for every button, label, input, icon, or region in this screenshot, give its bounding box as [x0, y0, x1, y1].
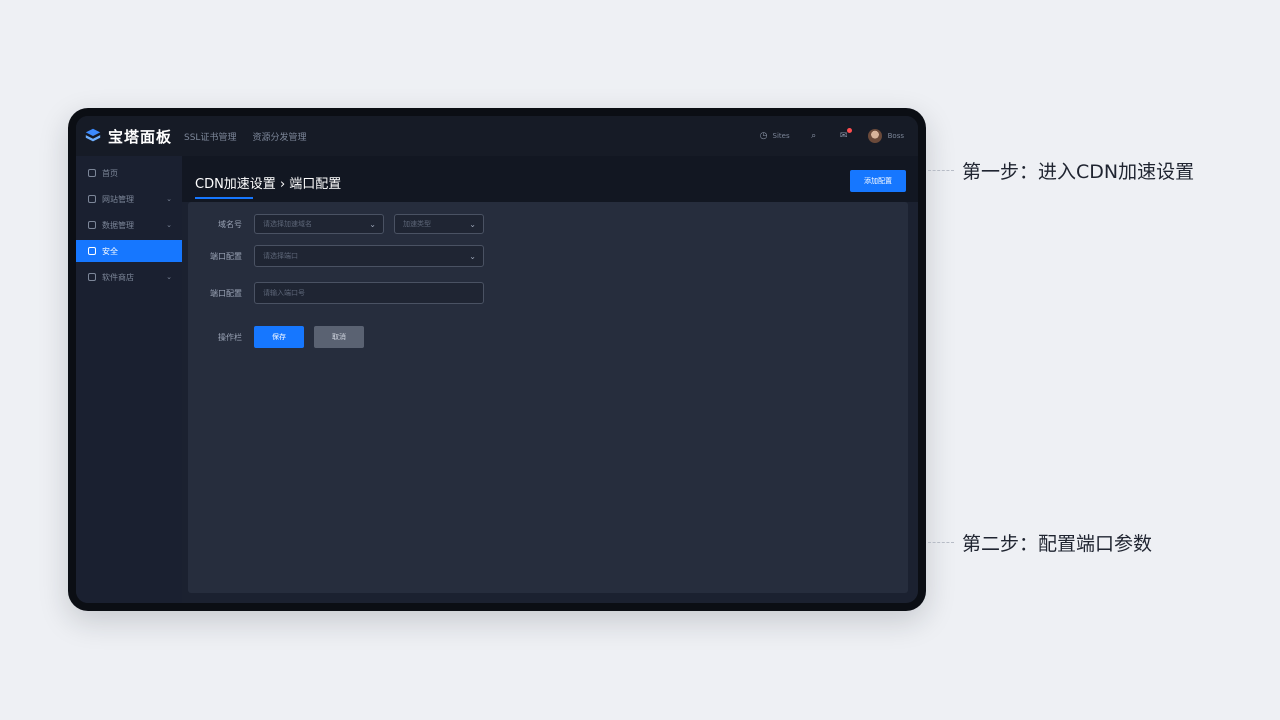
- status-label: Sites: [772, 132, 790, 140]
- logo-icon: [85, 128, 101, 142]
- content-panel: 域名号 请选择加速域名 ⌄ 加速类型 ⌄ 端口配置 请选择端口 ⌄ 端口配置 请…: [188, 202, 908, 593]
- add-config-button[interactable]: 添加配置: [850, 170, 906, 192]
- port-input-placeholder: 请输入端口号: [263, 289, 305, 297]
- chevron-down-icon: ⌄: [469, 251, 476, 261]
- type-select[interactable]: 加速类型 ⌄: [394, 214, 484, 234]
- chevron-down-icon: ⌄: [369, 219, 376, 229]
- top-nav-ssl[interactable]: SSL证书管理: [184, 130, 236, 143]
- brand-logo[interactable]: 宝塔面板: [76, 126, 184, 147]
- user-menu[interactable]: Boss: [867, 129, 904, 143]
- sidebar-item-label: 安全: [102, 246, 118, 256]
- page-title: CDN加速设置 › 端口配置: [195, 177, 342, 192]
- cancel-button[interactable]: 取消: [314, 326, 364, 348]
- site-icon: [88, 195, 96, 203]
- port-label: 端口配置: [210, 251, 242, 261]
- annotation-step2: 第二步：配置端口参数: [928, 529, 1152, 556]
- stage: 宝塔面板 SSL证书管理 资源分发管理 ◷ Sites ⌕ ✉ Boss 首页 …: [0, 0, 1280, 720]
- sidebar-item-data[interactable]: 数据管理 ⌄: [76, 214, 182, 236]
- annotation-connector: [928, 170, 954, 171]
- sidebar-item-label: 软件商店: [102, 272, 134, 282]
- sidebar: 首页 网站管理 ⌄ 数据管理 ⌄ 安全 软件商店 ⌄: [76, 156, 182, 603]
- sidebar-item-security[interactable]: 安全: [76, 240, 182, 262]
- form-row-port-input: 端口配置 请输入端口号: [188, 282, 484, 304]
- sidebar-item-sites[interactable]: 网站管理 ⌄: [76, 188, 182, 210]
- chevron-down-icon: ⌄: [166, 195, 172, 203]
- form-row-domain: 域名号 请选择加速域名 ⌄ 加速类型 ⌄: [188, 214, 484, 234]
- annotation-step1: 第一步：进入CDN加速设置: [928, 157, 1194, 184]
- data-icon: [88, 221, 96, 229]
- home-icon: [88, 169, 96, 177]
- panel-screen: 宝塔面板 SSL证书管理 资源分发管理 ◷ Sites ⌕ ✉ Boss 首页 …: [76, 116, 918, 603]
- sidebar-item-home[interactable]: 首页: [76, 162, 182, 184]
- brand-name: 宝塔面板: [108, 127, 173, 146]
- port-input[interactable]: 请输入端口号: [254, 282, 484, 304]
- sidebar-item-label: 首页: [102, 168, 118, 178]
- chevron-down-icon: ⌄: [469, 219, 476, 229]
- notification-icon[interactable]: ✉: [838, 128, 852, 142]
- main-header: CDN加速设置 › 端口配置 添加配置: [182, 156, 918, 202]
- chevron-down-icon: ⌄: [166, 221, 172, 229]
- annotation-step1-text: 第一步：进入CDN加速设置: [962, 161, 1195, 183]
- sidebar-item-label: 数据管理: [102, 220, 134, 230]
- form-row-port-select: 端口配置 请选择端口 ⌄: [188, 245, 484, 267]
- annotation-connector: [928, 542, 954, 543]
- action-label: 操作栏: [218, 332, 242, 342]
- domain-label: 域名号: [218, 219, 242, 229]
- type-select-placeholder: 加速类型: [403, 220, 431, 228]
- sidebar-item-label: 网站管理: [102, 194, 134, 204]
- notification-badge: [846, 128, 852, 133]
- save-button[interactable]: 保存: [254, 326, 304, 348]
- top-bar: 宝塔面板 SSL证书管理 资源分发管理 ◷ Sites ⌕ ✉ Boss: [76, 116, 918, 156]
- top-nav-resources[interactable]: 资源分发管理: [252, 130, 306, 143]
- top-nav: SSL证书管理 资源分发管理: [184, 130, 306, 143]
- top-right-tools: ◷ Sites ⌕ ✉ Boss: [758, 128, 918, 143]
- form-row-actions: 操作栏 保存 取消: [188, 326, 364, 348]
- chevron-down-icon: ⌄: [166, 273, 172, 281]
- tablet-frame: 宝塔面板 SSL证书管理 资源分发管理 ◷ Sites ⌕ ✉ Boss 首页 …: [68, 108, 926, 611]
- clock-icon: ◷: [759, 131, 768, 141]
- domain-select[interactable]: 请选择加速域名 ⌄: [254, 214, 384, 234]
- avatar: [867, 129, 882, 143]
- title-tab-indicator: [195, 197, 253, 199]
- port-select-placeholder: 请选择端口: [263, 252, 298, 260]
- sidebar-item-store[interactable]: 软件商店 ⌄: [76, 266, 182, 288]
- user-label: Boss: [887, 132, 904, 140]
- port-input-label: 端口配置: [210, 288, 242, 298]
- security-icon: [88, 247, 96, 255]
- status-indicator[interactable]: ◷ Sites: [758, 130, 790, 142]
- annotation-step2-text: 第二步：配置端口参数: [962, 533, 1153, 555]
- store-icon: [88, 273, 96, 281]
- domain-select-placeholder: 请选择加速域名: [263, 220, 312, 228]
- search-icon[interactable]: ⌕: [808, 130, 820, 142]
- port-select[interactable]: 请选择端口 ⌄: [254, 245, 484, 267]
